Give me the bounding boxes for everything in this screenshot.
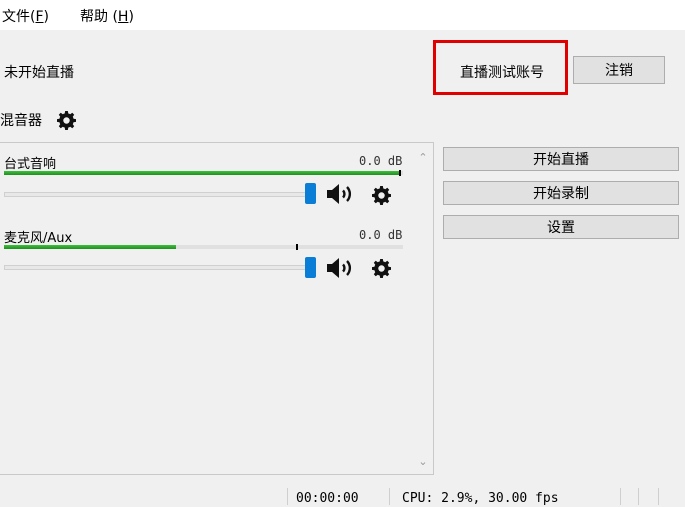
divider xyxy=(389,488,390,505)
volume-meter xyxy=(4,171,403,175)
meter-fill xyxy=(4,245,176,249)
stream-timer: 00:00:00 xyxy=(296,491,359,506)
channel-db: 0.0 dB xyxy=(359,228,403,242)
divider xyxy=(638,488,639,505)
account-name: 直播测试账号 xyxy=(460,65,544,81)
meter-fill xyxy=(4,171,399,175)
divider xyxy=(658,488,659,505)
mixer-gear-icon[interactable] xyxy=(57,111,76,130)
cpu-fps-text: CPU: 2.9%, 30.00 fps xyxy=(402,491,559,506)
scroll-up-arrow[interactable]: ⌃ xyxy=(416,151,430,164)
logout-button[interactable]: 注销 xyxy=(573,56,665,84)
volume-slider-handle[interactable] xyxy=(305,183,316,204)
volume-slider[interactable] xyxy=(4,265,316,270)
channel-gear-icon[interactable] xyxy=(372,186,391,205)
divider xyxy=(620,488,621,505)
stream-status-text: 未开始直播 xyxy=(4,65,74,81)
peak-marker xyxy=(399,170,401,176)
volume-meter xyxy=(4,245,403,249)
channel-name: 台式音响 xyxy=(4,157,57,172)
speaker-icon[interactable] xyxy=(326,183,356,205)
status-bar: 00:00:00 CPU: 2.9%, 30.00 fps xyxy=(0,482,685,507)
menu-bar: 文件(F) 帮助 (H) xyxy=(0,0,685,30)
speaker-icon[interactable] xyxy=(326,257,356,279)
settings-button[interactable]: 设置 xyxy=(443,215,679,239)
peak-marker xyxy=(296,244,298,250)
start-stream-button[interactable]: 开始直播 xyxy=(443,147,679,171)
menu-file[interactable]: 文件(F) xyxy=(2,6,49,26)
start-record-button[interactable]: 开始录制 xyxy=(443,181,679,205)
channel-name: 麦克风/Aux xyxy=(4,231,73,246)
volume-slider-handle[interactable] xyxy=(305,257,316,278)
channel-gear-icon[interactable] xyxy=(372,259,391,278)
scroll-down-arrow[interactable]: ⌄ xyxy=(416,455,430,468)
menu-help[interactable]: 帮助 (H) xyxy=(80,6,134,26)
mixer-title: 混音器 xyxy=(0,113,42,129)
volume-slider[interactable] xyxy=(4,192,316,197)
channel-db: 0.0 dB xyxy=(359,154,403,168)
divider xyxy=(287,488,288,505)
